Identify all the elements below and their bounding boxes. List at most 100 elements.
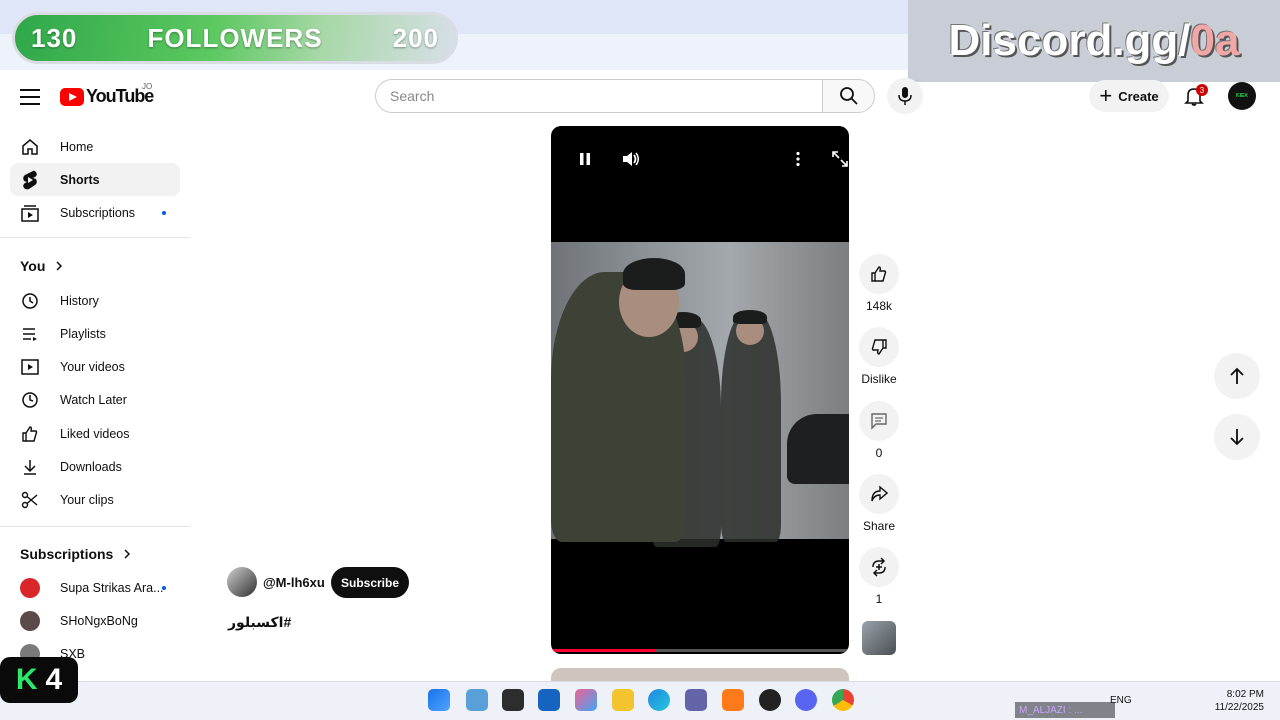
- chevron-right-icon: [56, 261, 63, 271]
- chevron-right-icon: [124, 549, 131, 559]
- subscriptions-icon: [20, 203, 40, 223]
- sidebar-item-label: Shorts: [60, 172, 100, 187]
- volume-icon[interactable]: [621, 150, 641, 168]
- windows-start-icon[interactable]: [428, 689, 450, 711]
- next-short-preview[interactable]: [551, 668, 849, 682]
- dislike-button[interactable]: [859, 327, 899, 367]
- channel-avatar: [20, 610, 40, 631]
- followers-goal-overlay: 130 FOLLOWERS 200: [12, 12, 458, 64]
- sidebar-item-label: History: [60, 293, 99, 308]
- sidebar-item-label: Supa Strikas Ara...: [60, 580, 164, 595]
- previous-short-button[interactable]: [1214, 353, 1260, 399]
- pause-icon[interactable]: [577, 151, 593, 167]
- discord-prefix: Discord.gg/: [948, 16, 1191, 65]
- like-icon: [20, 424, 40, 444]
- sidebar-item-label: Watch Later: [60, 392, 127, 407]
- next-short-button[interactable]: [1214, 414, 1260, 460]
- k4-logo-overlay: K 4: [0, 657, 78, 703]
- comments-button[interactable]: [859, 401, 899, 441]
- channel-avatar[interactable]: [227, 567, 257, 597]
- sound-thumbnail[interactable]: [862, 621, 896, 655]
- arrow-up-icon: [1230, 367, 1244, 384]
- sidebar-item-liked-videos[interactable]: Liked videos: [10, 417, 180, 450]
- time: 8:02 PM: [1226, 689, 1264, 700]
- your-videos-icon: [20, 357, 40, 377]
- shorts-player[interactable]: [551, 126, 849, 654]
- comment-icon: [871, 413, 887, 430]
- thumbs-up-icon: [871, 266, 887, 282]
- notification-badge: 3: [1196, 84, 1208, 96]
- widgets-icon[interactable]: [466, 689, 488, 711]
- remix-count: 1: [875, 592, 883, 606]
- channel-avatar: [20, 577, 40, 598]
- search-icon: [839, 87, 858, 105]
- remix-icon: [872, 557, 886, 577]
- sidebar-item-watch-later[interactable]: Watch Later: [10, 383, 180, 416]
- download-icon: [20, 457, 40, 477]
- new-content-dot: [162, 210, 166, 215]
- teams-icon[interactable]: [685, 689, 707, 711]
- sidebar-item-label: Playlists: [60, 326, 106, 341]
- followers-label: FOLLOWERS: [147, 22, 323, 53]
- sidebar-item-label: Downloads: [60, 459, 122, 474]
- share-button[interactable]: [859, 474, 899, 514]
- remix-button[interactable]: [859, 547, 899, 587]
- sidebar-item-history[interactable]: History: [10, 284, 180, 317]
- sidebar-item-playlists[interactable]: Playlists: [10, 317, 180, 350]
- subscribe-button[interactable]: Subscribe: [331, 567, 409, 598]
- sidebar-item-subscription[interactable]: SHoNgxBoNg: [10, 604, 180, 637]
- clock[interactable]: 8:02 PM 11/22/2025: [1206, 688, 1264, 714]
- share-label: Share: [862, 519, 896, 533]
- sidebar-item-home[interactable]: Home: [10, 130, 180, 163]
- k4-k: K: [15, 663, 38, 696]
- edge-icon[interactable]: [648, 689, 670, 711]
- comment-count: 0: [875, 446, 883, 460]
- followers-current: 130: [31, 22, 78, 53]
- more-options-icon[interactable]: [795, 151, 801, 167]
- subscriptions-heading-label: Subscriptions: [20, 546, 114, 562]
- progress-bar[interactable]: [551, 649, 849, 652]
- thumbs-down-icon: [871, 339, 887, 355]
- sidebar-item-label: Home: [60, 139, 94, 154]
- channel-name[interactable]: @M-lh6xu: [263, 575, 325, 590]
- like-button[interactable]: [859, 254, 899, 294]
- progress-fill: [551, 649, 656, 652]
- streamer-tag: M_ALJAZI : ...: [1015, 702, 1115, 718]
- sidebar-item-your-clips[interactable]: Your clips: [10, 483, 180, 516]
- sidebar-item-your-videos[interactable]: Your videos: [10, 350, 180, 383]
- sidebar-item-shorts[interactable]: Shorts: [10, 163, 180, 196]
- menu-icon[interactable]: [20, 86, 40, 106]
- app-icon[interactable]: [502, 689, 524, 711]
- arrow-down-icon: [1230, 429, 1244, 446]
- date: 11/22/2025: [1214, 702, 1264, 713]
- youtube-play-icon: [60, 87, 84, 106]
- subscriptions-heading[interactable]: Subscriptions: [20, 546, 131, 562]
- create-label: Create: [1118, 88, 1159, 104]
- sidebar-item-subscription[interactable]: Supa Strikas Ara...: [10, 571, 180, 604]
- discord-icon[interactable]: [795, 689, 817, 711]
- file-explorer-icon[interactable]: [612, 689, 634, 711]
- copilot-icon[interactable]: [575, 689, 597, 711]
- sidebar-item-downloads[interactable]: Downloads: [10, 450, 180, 483]
- search-input[interactable]: Search: [375, 79, 823, 113]
- short-title[interactable]: #اكسبلور: [228, 614, 291, 631]
- youtube-logo[interactable]: YouTube: [60, 86, 154, 107]
- clock-icon: [20, 390, 40, 410]
- chrome-icon[interactable]: [832, 689, 854, 711]
- app-icon[interactable]: [722, 689, 744, 711]
- discord-suffix: 0a: [1190, 16, 1240, 65]
- obs-icon[interactable]: [759, 689, 781, 711]
- search-button[interactable]: [822, 79, 875, 113]
- you-heading[interactable]: You: [20, 258, 63, 274]
- avatar[interactable]: KIEK: [1228, 82, 1256, 110]
- fullscreen-icon[interactable]: [831, 150, 849, 168]
- share-icon: [871, 485, 888, 502]
- voice-search-button[interactable]: [887, 78, 923, 114]
- sidebar-item-label: Subscriptions: [60, 205, 136, 220]
- sidebar-divider: [0, 237, 190, 238]
- create-button[interactable]: + Create: [1089, 80, 1169, 112]
- sidebar-item-label: Your videos: [60, 359, 125, 374]
- video-frame: [551, 242, 849, 547]
- sidebar-item-subscriptions[interactable]: Subscriptions: [10, 196, 180, 229]
- store-icon[interactable]: [538, 689, 560, 711]
